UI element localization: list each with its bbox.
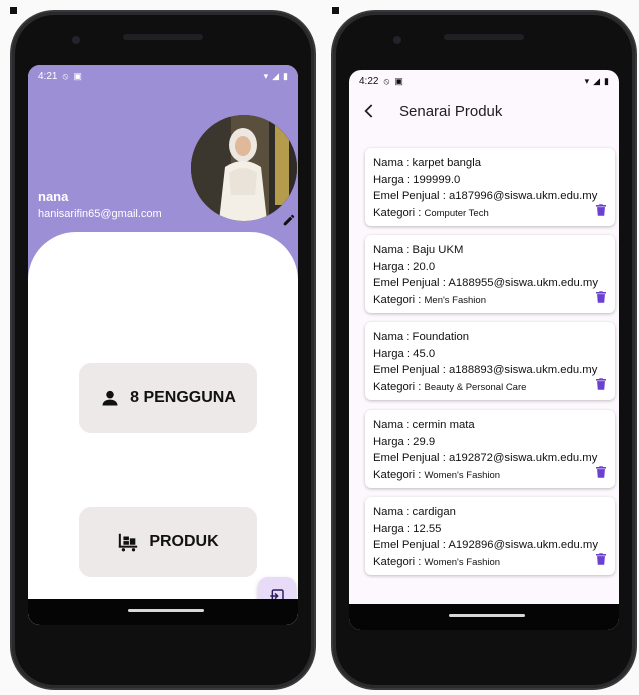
products-button-label: PRODUK — [149, 533, 219, 550]
product-name: Nama : karpet bangla — [373, 157, 482, 169]
window-marker — [331, 6, 340, 15]
product-seller-email: Emel Penjual : a188893@siswa.ukm.edu.my — [373, 364, 598, 376]
product-seller-email: Emel Penjual : A192896@siswa.ukm.edu.my — [373, 539, 598, 551]
earpiece-speaker — [123, 34, 203, 40]
product-name: Nama : Baju UKM — [373, 244, 464, 256]
signal-icon: ◢ — [593, 75, 601, 86]
shield-icon: ⦸ — [62, 70, 69, 81]
front-camera — [72, 36, 80, 44]
category-label: Kategori : — [373, 293, 422, 306]
product-name: Nama : Foundation — [373, 331, 470, 343]
status-time: 4:22 — [359, 75, 379, 87]
admin-dashboard-screen: 4:21 ⦸ ▣ ▾ ◢ ▮ nana hanisarifin65@gmail.… — [28, 65, 298, 625]
product-category: Beauty & Personal Care — [424, 381, 527, 393]
product-list-screen: 4:22 ⦸ ▣ ▾ ◢ ▮ Senarai Produk Nama : kar… — [349, 70, 619, 630]
home-gesture-pill[interactable] — [128, 609, 204, 612]
shield-icon: ⦸ — [383, 75, 390, 86]
earpiece-speaker — [444, 34, 524, 40]
app-bar: Senarai Produk — [349, 92, 619, 130]
product-card[interactable]: Nama : Baju UKM Harga : 20.0 Emel Penjua… — [365, 235, 615, 313]
product-card[interactable]: Nama : cermin mata Harga : 29.9 Emel Pen… — [365, 410, 615, 488]
product-card[interactable]: Nama : cardigan Harga : 12.55 Emel Penju… — [365, 497, 615, 575]
notification-icon: ▣ — [394, 75, 403, 86]
product-category-row: Kategori : Beauty & Personal Care — [373, 379, 615, 397]
page-title: Senarai Produk — [399, 102, 503, 120]
profile-name: nana — [38, 189, 69, 204]
phone-frame-left: 4:21 ⦸ ▣ ▾ ◢ ▮ nana hanisarifin65@gmail.… — [12, 12, 314, 688]
product-price: Harga : 29.9 — [373, 435, 436, 448]
home-gesture-pill[interactable] — [449, 614, 525, 617]
product-seller-email: Emel Penjual : a192872@siswa.ukm.edu.my — [373, 452, 598, 464]
delete-trash-icon[interactable] — [596, 291, 606, 303]
wifi-icon: ▾ — [263, 70, 269, 81]
delete-trash-icon[interactable] — [596, 553, 606, 565]
wifi-icon: ▾ — [584, 75, 590, 86]
category-label: Kategori : — [373, 206, 422, 219]
products-button[interactable]: PRODUK — [79, 507, 257, 577]
product-category: Computer Tech — [424, 207, 489, 219]
product-category-row: Kategori : Women's Fashion — [373, 467, 615, 485]
profile-photo[interactable] — [191, 115, 297, 221]
signal-icon: ◢ — [272, 70, 280, 81]
status-bar: 4:21 ⦸ ▣ ▾ ◢ ▮ — [28, 65, 298, 87]
product-card[interactable]: Nama : karpet bangla Harga : 199999.0 Em… — [365, 148, 615, 226]
back-arrow-icon[interactable] — [361, 103, 377, 119]
users-button[interactable]: 8 PENGGUNA — [79, 363, 257, 433]
product-category: Women's Fashion — [424, 556, 501, 568]
product-category: Women's Fashion — [424, 469, 501, 481]
product-price: Harga : 12.55 — [373, 522, 442, 535]
status-time: 4:21 — [38, 70, 58, 82]
window-marker — [9, 6, 18, 15]
delete-trash-icon[interactable] — [596, 378, 606, 390]
product-category-row: Kategori : Men's Fashion — [373, 292, 615, 310]
product-price: Harga : 199999.0 — [373, 173, 461, 186]
product-price: Harga : 20.0 — [373, 260, 436, 273]
edit-pencil-icon[interactable] — [282, 213, 296, 227]
product-price: Harga : 45.0 — [373, 347, 436, 360]
product-name: Nama : cardigan — [373, 506, 456, 518]
person-icon — [102, 390, 118, 406]
product-seller-email: Emel Penjual : A188955@siswa.ukm.edu.my — [373, 277, 598, 289]
notification-icon: ▣ — [73, 70, 82, 81]
delete-trash-icon[interactable] — [596, 204, 606, 216]
category-label: Kategori : — [373, 468, 422, 481]
category-label: Kategori : — [373, 555, 422, 568]
delete-trash-icon[interactable] — [596, 466, 606, 478]
phone-frame-right: 4:22 ⦸ ▣ ▾ ◢ ▮ Senarai Produk Nama : kar… — [333, 12, 635, 688]
trolley-icon — [119, 533, 138, 552]
content-panel: 8 PENGGUNA PRODUK — [28, 232, 298, 625]
navigation-bar — [349, 604, 619, 630]
category-label: Kategori : — [373, 380, 422, 393]
users-button-label: 8 PENGGUNA — [130, 389, 236, 406]
profile-photo-image — [191, 115, 297, 221]
product-card[interactable]: Nama : Foundation Harga : 45.0 Emel Penj… — [365, 322, 615, 400]
product-category-row: Kategori : Computer Tech — [373, 205, 615, 223]
battery-icon: ▮ — [604, 75, 609, 86]
profile-email: hanisarifin65@gmail.com — [38, 208, 162, 220]
product-category: Men's Fashion — [424, 294, 486, 306]
front-camera — [393, 36, 401, 44]
battery-icon: ▮ — [283, 70, 288, 81]
navigation-bar — [28, 599, 298, 625]
product-seller-email: Emel Penjual : a187996@siswa.ukm.edu.my — [373, 190, 598, 202]
product-category-row: Kategori : Women's Fashion — [373, 554, 615, 572]
status-bar: 4:22 ⦸ ▣ ▾ ◢ ▮ — [349, 70, 619, 92]
product-name: Nama : cermin mata — [373, 419, 475, 431]
